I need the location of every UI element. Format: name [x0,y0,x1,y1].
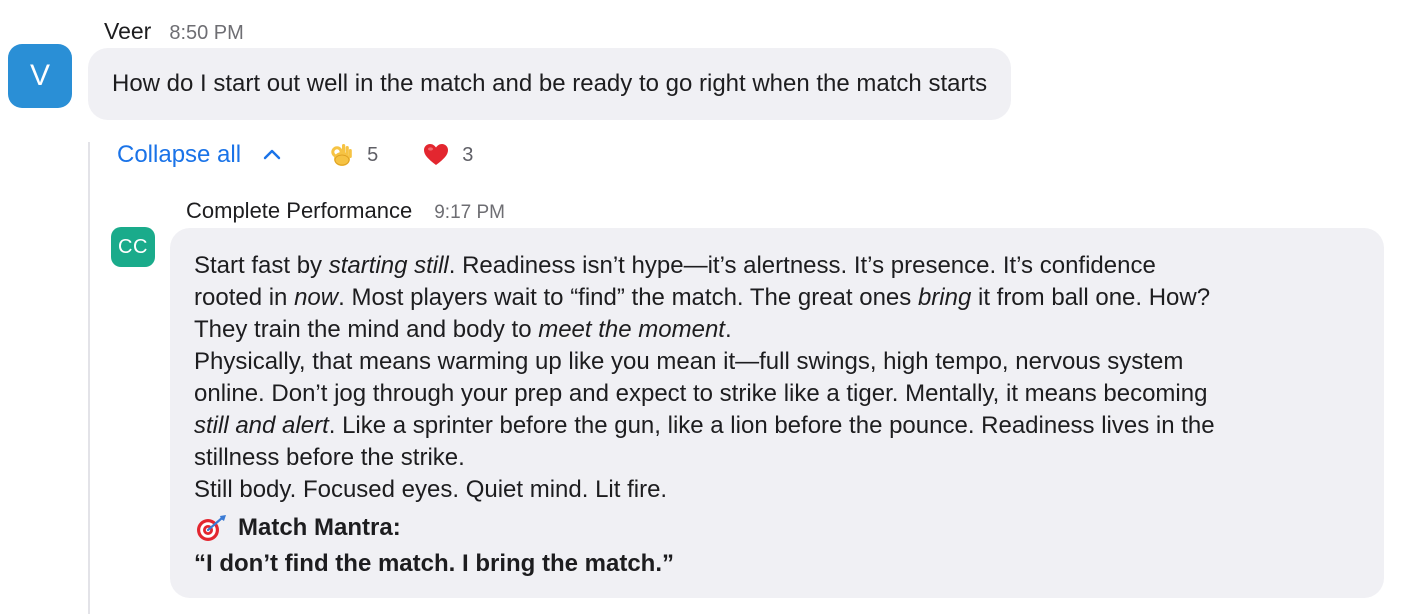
reply-line: still and alert. Like a sprinter before … [194,410,1360,442]
reply-line: rooted in now. Most players wait to “fin… [194,282,1360,314]
reply-text: . Readiness isn’t hype—it’s alertness. I… [448,252,1156,279]
reply-line: Physically, that means warming up like y… [194,348,1184,375]
avatar-initial: V [29,59,50,92]
reply-line: online. Don’t jog through your prep and … [194,380,1208,407]
avatar[interactable]: V [8,44,72,108]
reply-line: Start fast by starting still. Readiness … [194,250,1360,282]
question-message-bubble: How do I start out well in the match and… [88,48,1012,120]
reply-header: Complete Performance 9:17 PM [186,198,505,224]
reaction-ok-hand[interactable]: 5 [327,141,378,169]
collapse-all-label: Collapse all [117,141,242,168]
reply-text: . [724,316,732,343]
reaction-count: 3 [462,143,474,166]
mantra-title: Match Mantra: [238,514,401,541]
red-heart-emoji-icon [424,144,449,165]
reply-text: They train the mind and body to [194,316,539,343]
reply-text-italic: still and alert [194,412,329,439]
sender-name[interactable]: Veer [104,18,151,45]
reply-text: rooted in [194,284,295,311]
reply-message-bubble: Start fast by starting still. Readiness … [170,228,1384,598]
thread-line [88,142,90,614]
reply-sender-name[interactable]: Complete Performance [186,198,412,224]
question-header: Veer 8:50 PM [104,18,244,45]
reply-line: They train the mind and body to meet the… [194,314,1360,346]
ok-hand-emoji-icon [331,144,352,166]
reaction-heart[interactable]: 3 [422,141,473,169]
reply-text: it from ball one. How? [971,284,1211,311]
avatar-initials: CC [118,235,148,258]
reaction-count: 5 [367,143,379,166]
reply-text-italic: bring [917,284,972,311]
reply-text: . Like a sprinter before the gun, like a… [328,412,1215,439]
reply-text-italic: meet the moment [538,316,725,343]
reply-line: stillness before the strike. [194,444,465,471]
reply-avatar[interactable]: CC [111,227,155,267]
reply-text-italic: now [294,284,339,311]
question-text: How do I start out well in the match and… [112,70,988,97]
reply-timestamp: 9:17 PM [434,202,505,223]
direct-hit-dart-icon [197,515,226,541]
chevron-up-icon [263,149,281,160]
mantra-heading: Match Mantra: [194,512,1360,544]
reply-text-italic: starting still [328,252,449,279]
reply-text: . Most players wait to “find” the match.… [338,284,918,311]
mantra-quote: “I don’t find the match. I bring the mat… [194,550,674,577]
reply-line: Still body. Focused eyes. Quiet mind. Li… [194,476,668,503]
message-timestamp: 8:50 PM [169,22,244,44]
thread-controls: Collapse all 5 3 [117,134,473,176]
reply-text: Start fast by [194,252,329,279]
collapse-all-button[interactable]: Collapse all [117,141,283,169]
